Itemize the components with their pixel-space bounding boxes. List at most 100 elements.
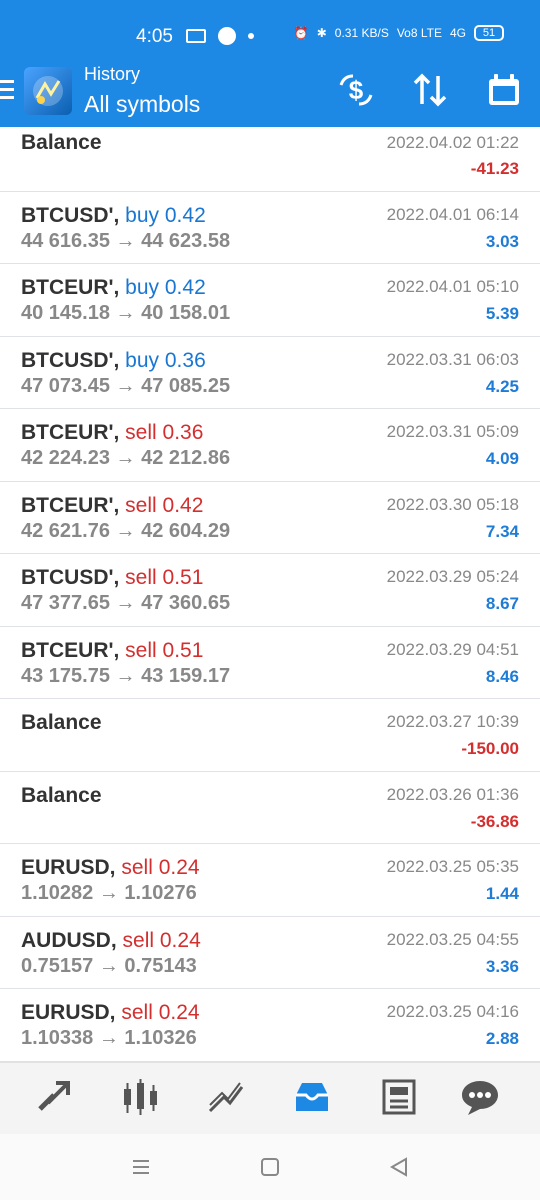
row-profit: 8.46: [485, 666, 519, 686]
row-prices: 0.75157 → 0.75143: [21, 954, 197, 977]
more-notifications-icon: [248, 33, 254, 39]
notification-box-icon: [186, 29, 206, 43]
row-date: 2022.03.27 10:39: [386, 712, 519, 731]
row-symbol-line: BTCEUR', buy 0.42: [21, 276, 206, 300]
row-profit: -41.23: [470, 159, 519, 178]
row-symbol: EURUSD,: [21, 856, 116, 879]
calendar-icon[interactable]: [484, 70, 524, 110]
row-symbol: AUDUSD,: [21, 928, 117, 952]
row-action: sell: [125, 566, 157, 589]
row-prices: 47 073.45 → 47 085.25: [21, 374, 231, 397]
history-row[interactable]: EURUSD, sell 0.24 1.10282 → 1.10276 2022.0…: [0, 844, 540, 917]
row-profit: 4.25: [485, 376, 519, 396]
page-subtitle[interactable]: All symbols: [84, 91, 200, 118]
currency-exchange-icon[interactable]: $: [336, 70, 376, 110]
history-row[interactable]: BTCEUR', sell 0.36 42 224.23 → 42 212.86 2…: [0, 409, 540, 482]
row-volume: 0.51: [162, 638, 204, 662]
history-list: Balance 2022.04.02 01:22 -41.23 BTCUSD', bu…: [0, 127, 540, 1062]
history-row[interactable]: AUDUSD, sell 0.24 0.75157 → 0.75143 2022.0…: [0, 917, 540, 989]
row-symbol: BTCEUR',: [21, 276, 120, 299]
history-icon[interactable]: [292, 1077, 332, 1117]
bluetooth-icon: ✱: [316, 26, 327, 40]
row-date: 2022.04.02 01:22: [386, 133, 519, 152]
row-prices: 40 145.18 → 40 158.01: [21, 302, 231, 324]
row-symbol-line: BTCUSD', sell 0.51: [21, 566, 203, 590]
row-symbol: BTCUSD',: [21, 566, 120, 589]
sort-icon[interactable]: [410, 70, 450, 110]
row-prices: 42 224.23 → 42 212.86: [21, 447, 231, 469]
history-row[interactable]: Balance 2022.03.27 10:39 -150.00: [0, 699, 540, 772]
history-row[interactable]: BTCUSD', buy 0.36 47 073.45 → 47 085.25 20…: [0, 337, 540, 409]
news-icon[interactable]: [378, 1077, 418, 1117]
recents-icon[interactable]: [130, 1156, 152, 1178]
row-date: 2022.03.29 05:24: [386, 567, 519, 586]
history-row[interactable]: BTCUSD', buy 0.42 44 616.35 → 44 623.58 20…: [0, 192, 540, 264]
page-title: History: [84, 64, 141, 84]
row-volume: 0.42: [164, 203, 206, 227]
row-action: buy: [125, 276, 160, 299]
metatrader-logo: [24, 67, 72, 115]
history-row[interactable]: BTCUSD', sell 0.51 47 377.65 → 47 360.65 2…: [0, 554, 540, 627]
signal: 4G: [449, 26, 466, 40]
history-row[interactable]: Balance 2022.03.26 01:36 -36.86: [0, 772, 540, 844]
chat-icon[interactable]: [460, 1077, 500, 1117]
row-action: buy: [125, 203, 160, 227]
row-date: 2022.03.25 04:16: [386, 1002, 519, 1021]
history-row[interactable]: BTCEUR', sell 0.51 43 175.75 → 43 159.17 2…: [0, 627, 540, 699]
trade-icon[interactable]: [206, 1077, 246, 1117]
row-prices: 1.10282 → 1.10276: [21, 882, 197, 904]
row-symbol-line: BTCEUR', sell 0.42: [21, 494, 203, 518]
row-symbol-line: EURUSD, sell 0.24: [21, 1001, 200, 1025]
row-symbol-line: Balance: [21, 131, 102, 155]
row-date: 2022.03.30 05:18: [386, 494, 519, 514]
row-prices: 1.10338 → 1.10326: [21, 1027, 197, 1049]
back-icon[interactable]: [388, 1156, 410, 1178]
notification-circle-icon: [218, 27, 236, 45]
row-prices: 47 377.65 → 47 360.65: [21, 592, 231, 614]
row-symbol-line: EURUSD, sell 0.24: [21, 856, 200, 880]
quotes-icon[interactable]: [34, 1077, 74, 1117]
row-volume: 0.24: [158, 856, 200, 879]
row-volume: 0.36: [164, 348, 206, 372]
row-symbol: Balance: [21, 131, 102, 154]
notification-icons: [186, 27, 254, 45]
app-header: 4:05 ⏰ ✱ 0.31 KB/S Vo8 LTE 4G 51 History…: [0, 0, 540, 127]
row-date: 2022.03.26 01:36: [386, 784, 519, 804]
row-profit: 3.03: [485, 231, 519, 251]
status-right: ⏰ ✱ 0.31 KB/S Vo8 LTE 4G 51: [294, 25, 504, 41]
row-profit: 5.39: [485, 304, 519, 323]
history-row[interactable]: Balance 2022.04.02 01:22 -41.23: [0, 127, 540, 192]
row-action: sell: [125, 421, 157, 444]
chart-icon[interactable]: [120, 1077, 160, 1117]
row-symbol-line: BTCUSD', buy 0.36: [21, 349, 206, 373]
row-symbol: BTCEUR',: [21, 638, 120, 662]
history-row[interactable]: BTCEUR', sell 0.42 42 621.76 → 42 604.29 2…: [0, 482, 540, 554]
row-symbol: BTCEUR',: [21, 421, 120, 444]
row-volume: 0.42: [162, 493, 204, 517]
row-symbol: BTCEUR',: [21, 493, 120, 517]
row-profit: -150.00: [461, 739, 519, 758]
row-date: 2022.04.01 06:14: [386, 204, 519, 224]
row-profit: 2.88: [485, 1029, 519, 1048]
status-bar: 4:05 ⏰ ✱ 0.31 KB/S Vo8 LTE 4G 51: [0, 0, 540, 60]
row-profit: 3.36: [485, 956, 519, 976]
battery-icon: 51: [474, 25, 504, 41]
svg-text:$: $: [349, 75, 364, 105]
row-symbol-line: Balance: [21, 784, 102, 808]
row-date: 2022.03.31 05:09: [386, 422, 519, 441]
row-action: sell: [121, 856, 153, 879]
row-profit: 4.09: [485, 449, 519, 468]
row-symbol: Balance: [21, 783, 102, 807]
system-navigation-bar: [0, 1134, 540, 1200]
row-symbol-line: BTCEUR', sell 0.36: [21, 421, 203, 445]
row-symbol: BTCUSD',: [21, 203, 120, 227]
row-prices: 42 621.76 → 42 604.29: [21, 519, 231, 542]
row-action: sell: [121, 1001, 153, 1024]
history-row[interactable]: BTCEUR', buy 0.42 40 145.18 → 40 158.01 20…: [0, 264, 540, 337]
home-icon[interactable]: [259, 1156, 281, 1178]
row-symbol-line: Balance: [21, 711, 102, 735]
history-row[interactable]: EURUSD, sell 0.24 1.10338 → 1.10326 2022.0…: [0, 989, 540, 1062]
row-symbol: BTCUSD',: [21, 348, 120, 372]
menu-icon[interactable]: [0, 80, 14, 104]
row-profit: 7.34: [485, 521, 519, 541]
